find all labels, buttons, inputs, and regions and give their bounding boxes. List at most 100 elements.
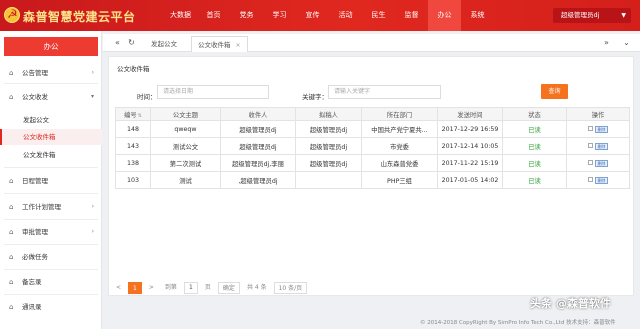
cell-drafter [295, 171, 362, 189]
cell-subject[interactable]: 测试 [150, 171, 221, 189]
home-icon: ⌂ [9, 303, 14, 311]
sidebar-item-schedule[interactable]: ⌂ 日程管理 [0, 171, 102, 191]
goto-confirm-button[interactable]: 确定 [217, 282, 240, 294]
date-picker-input[interactable]: 请选择日期 [157, 85, 269, 99]
tabs-scroll-left-icon[interactable]: « [111, 34, 124, 52]
cell-department: 市党委 [361, 137, 438, 155]
delete-button[interactable]: 删除 [595, 159, 608, 167]
sidebar-item-label: 日程管理 [22, 177, 48, 185]
page-number-input[interactable]: 1 [183, 282, 198, 294]
tab-inbox[interactable]: 公文收件箱 × [191, 36, 248, 52]
keyword-input[interactable]: 请输入关键字 [328, 85, 441, 99]
delete-button[interactable]: 删除 [595, 125, 608, 133]
status-badge: 已读 [502, 120, 567, 138]
cell-drafter: 超级管理员dj [295, 137, 362, 155]
top-navbar: 森普智慧党建云平台 大数据 首页 党务 学习 宣传 活动 民生 监督 办公 系统… [0, 0, 640, 31]
sidebar-item-label: 工作计划管理 [22, 203, 61, 211]
cell-send-time: 2017-01-05 14:02 [437, 171, 503, 189]
cell-department: 中国共产党宁夏共... [361, 120, 438, 138]
sort-icon: ⇅ [137, 112, 142, 119]
nav-publicity[interactable]: 宣传 [296, 0, 329, 31]
sidebar-item-label: 公文收发 [22, 93, 48, 101]
tabs-scroll-right-icon[interactable]: » [600, 34, 613, 52]
cell-action: 删除 [566, 137, 630, 155]
sidebar-sub-send-doc[interactable]: 发起公文 [0, 112, 102, 128]
cell-send-time: 2017-11-22 15:19 [437, 154, 503, 172]
row-checkbox[interactable] [588, 160, 593, 165]
cell-send-time: 2017-12-14 10:05 [437, 137, 503, 155]
sidebar-item-approval[interactable]: ⌂ 审批管理 › [0, 222, 102, 242]
home-icon: ⌂ [9, 278, 14, 286]
chevron-right-icon: › [91, 228, 94, 235]
sidebar-title: 办公 [4, 37, 98, 56]
chevron-down-icon[interactable]: ⌄ [620, 34, 633, 52]
user-name: 超级管理员dj [561, 11, 600, 19]
tab-send-doc[interactable]: 发起公文 [145, 36, 183, 52]
row-checkbox[interactable] [588, 126, 593, 131]
cell-recipient: 超级管理员dj,李丽 [220, 154, 296, 172]
cell-recipient: ,超级管理员dj [220, 171, 296, 189]
cell-subject[interactable]: 测试公文 [150, 137, 221, 155]
table-row[interactable]: 143 测试公文 超级管理员dj 超级管理员dj 市党委 2017-12-14 … [115, 137, 630, 155]
nav-bigdata[interactable]: 大数据 [164, 0, 197, 31]
home-icon: ⌂ [9, 93, 14, 101]
chevron-right-icon: › [91, 203, 94, 210]
sidebar-sub-inbox[interactable]: 公文收件箱 [0, 129, 102, 145]
cell-subject[interactable]: 第二次测试 [150, 154, 221, 172]
app-brand: 森普智慧党建云平台 [23, 10, 136, 24]
cell-id: 143 [115, 137, 151, 155]
delete-button[interactable]: 删除 [595, 142, 608, 150]
sidebar-item-documents[interactable]: ⌂ 公文收发 ▾ [0, 87, 102, 107]
refresh-icon[interactable]: ↻ [125, 34, 138, 52]
cell-department: 山东森普党委 [361, 154, 438, 172]
sidebar-item-announcements[interactable]: ⌂ 公告管理 › [0, 63, 102, 83]
query-button[interactable]: 查询 [541, 84, 568, 99]
nav-home[interactable]: 首页 [197, 0, 230, 31]
table-row[interactable]: 138 第二次测试 超级管理员dj,李丽 超级管理员dj 山东森普党委 2017… [115, 154, 630, 172]
sidebar-item-contacts[interactable]: ⌂ 通讯录 [0, 297, 102, 317]
row-checkbox[interactable] [588, 143, 593, 148]
sidebar-item-work-plan[interactable]: ⌂ 工作计划管理 › [0, 197, 102, 217]
prev-page-button[interactable]: < [112, 282, 125, 294]
nav-party-affairs[interactable]: 党务 [230, 0, 263, 31]
divider [4, 294, 98, 295]
nav-supervision[interactable]: 监督 [395, 0, 428, 31]
table-row[interactable]: 148 qweqw 超级管理员dj 超级管理员dj 中国共产党宁夏共... 20… [115, 120, 630, 138]
main-nav: 大数据 首页 党务 学习 宣传 活动 民生 监督 办公 系统 [164, 0, 494, 31]
user-menu[interactable]: 超级管理员dj ▼ [553, 8, 631, 23]
col-header-status: 状态 [502, 107, 567, 121]
divider [4, 193, 98, 194]
home-icon: ⌂ [9, 253, 14, 261]
col-header-department: 所在部门 [361, 107, 438, 121]
cell-send-time: 2017-12-29 16:59 [437, 120, 503, 138]
chevron-down-icon: ▾ [90, 93, 94, 100]
pagination: < 1 > 到第 1 页 确定 共 4 条 10 条/页 [112, 281, 310, 295]
col-header-id[interactable]: 编号⇅ [115, 107, 151, 121]
time-label: 时间： [137, 93, 157, 101]
sidebar-item-tasks[interactable]: ⌂ 必做任务 [0, 247, 102, 267]
close-icon[interactable]: × [236, 42, 241, 49]
chevron-right-icon: › [91, 69, 94, 76]
cell-department: PHP三组 [361, 171, 438, 189]
page-1-button[interactable]: 1 [128, 282, 142, 294]
sidebar-item-label: 必做任务 [22, 253, 48, 261]
cell-id: 148 [115, 120, 151, 138]
cell-drafter: 超级管理员dj [295, 154, 362, 172]
goto-label: 到第 [164, 284, 177, 291]
nav-activity[interactable]: 活动 [329, 0, 362, 31]
sidebar-item-memo[interactable]: ⌂ 备忘录 [0, 272, 102, 292]
page-size-select[interactable]: 10 条/页 [273, 282, 308, 294]
cell-subject[interactable]: qweqw [150, 120, 221, 138]
table-row[interactable]: 103 测试 ,超级管理员dj PHP三组 2017-01-05 14:02 已… [115, 171, 630, 189]
sidebar-sub-outbox[interactable]: 公文发件箱 [0, 147, 102, 163]
next-page-button[interactable]: > [145, 282, 158, 294]
chevron-down-icon: ▼ [621, 12, 626, 19]
sidebar-item-label: 公告管理 [22, 69, 48, 77]
delete-button[interactable]: 删除 [595, 176, 608, 184]
nav-livelihood[interactable]: 民生 [362, 0, 395, 31]
row-checkbox[interactable] [588, 177, 593, 182]
nav-study[interactable]: 学习 [263, 0, 296, 31]
cell-action: 删除 [566, 120, 630, 138]
nav-system[interactable]: 系统 [461, 0, 494, 31]
nav-office[interactable]: 办公 [428, 0, 461, 31]
